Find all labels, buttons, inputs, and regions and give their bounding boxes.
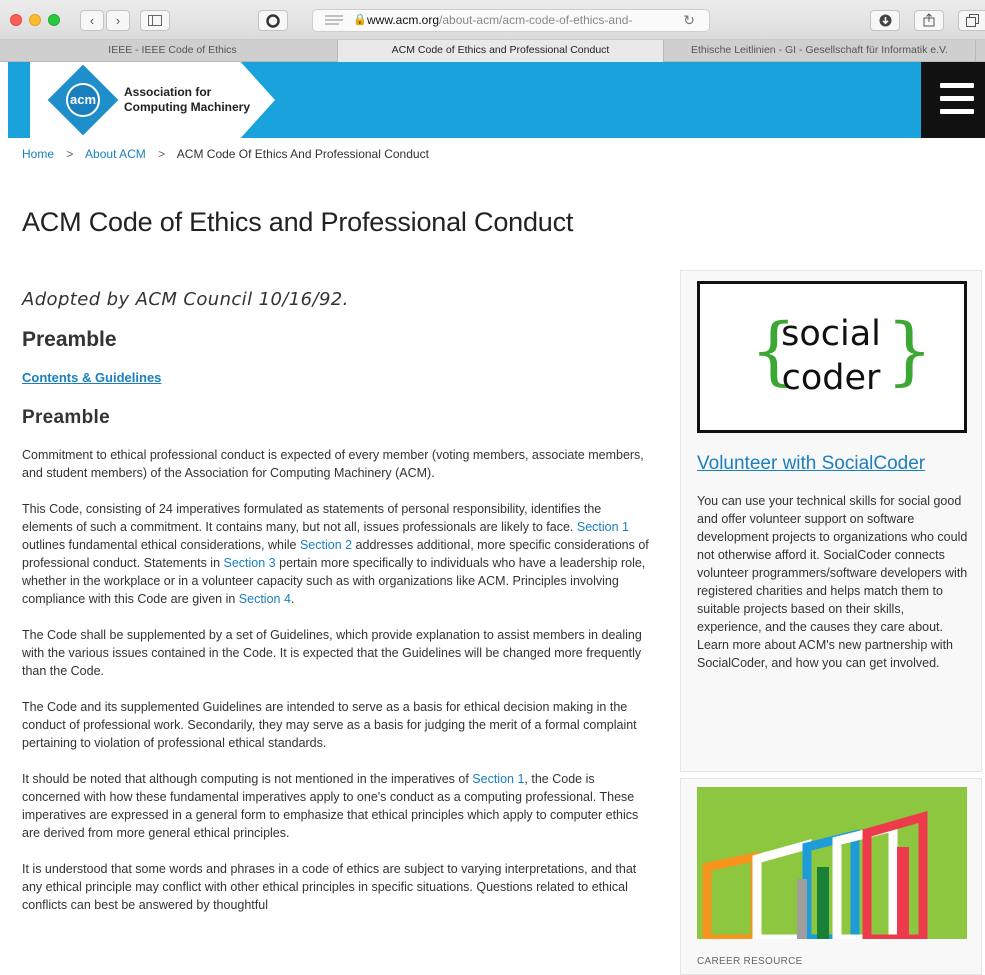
tab-bar: IEEE - IEEE Code of Ethics ACM Code of E… [0, 40, 985, 62]
minimize-window-button[interactable] [29, 14, 41, 26]
doorways-illustration [702, 811, 928, 939]
zoom-window-button[interactable] [48, 14, 60, 26]
downloads-button[interactable] [870, 10, 900, 31]
lock-icon: 🔒 [353, 14, 367, 26]
reader-icon[interactable] [323, 14, 345, 28]
paragraph-code-structure: This Code, consisting of 24 imperatives … [22, 502, 649, 606]
menu-button[interactable] [921, 62, 985, 138]
socialcoder-description: You can use your technical skills for so… [697, 494, 968, 670]
tabs-icon [965, 14, 979, 27]
tab-ieee[interactable]: IEEE - IEEE Code of Ethics [8, 40, 338, 62]
adopted-note: Adopted by ACM Council 10/16/92. [22, 289, 349, 310]
reload-icon[interactable]: ↻ [683, 10, 695, 31]
career-resource-label: CAREER RESOURCE [697, 956, 803, 967]
acm-logo-mark: acm [66, 83, 100, 117]
chevron-right-icon: › [115, 13, 121, 28]
section-4-link[interactable]: Section 4 [239, 592, 291, 606]
ring-icon [266, 14, 280, 28]
article-body: Commitment to ethical professional condu… [22, 446, 652, 932]
download-icon [879, 14, 891, 27]
section-1-link-2[interactable]: Section 1 [472, 772, 524, 786]
tab-acm[interactable]: ACM Code of Ethics and Professional Cond… [338, 40, 664, 62]
career-resource-card: CAREER RESOURCE [680, 778, 982, 975]
tabs-overview-button[interactable] [958, 10, 985, 31]
section-2-link[interactable]: Section 2 [300, 538, 352, 552]
career-resource-image[interactable] [697, 787, 967, 939]
share-icon [923, 13, 935, 27]
preamble-subheading: Preamble [22, 407, 110, 428]
breadcrumb-home[interactable]: Home [22, 147, 54, 161]
close-window-button[interactable] [10, 14, 22, 26]
site-header: acm Association for Computing Machinery [8, 62, 985, 138]
preamble-heading: Preamble [22, 328, 117, 351]
contents-guidelines-link[interactable]: Contents & Guidelines [22, 370, 161, 385]
tab-gi[interactable]: Ethische Leitlinien - GI - Gesellschaft … [664, 40, 976, 62]
sidebar-toggle-button[interactable] [140, 10, 170, 31]
paragraph-guidelines: The Code shall be supplemented by a set … [22, 628, 642, 678]
section-1-link[interactable]: Section 1 [577, 520, 629, 534]
paragraph-basis: The Code and its supplemented Guidelines… [22, 700, 637, 750]
chevron-left-icon: ‹ [89, 13, 95, 28]
share-button[interactable] [914, 10, 944, 31]
right-brace-icon: } [886, 308, 934, 394]
back-button[interactable]: ‹ [80, 10, 104, 31]
breadcrumb: Home > About ACM > ACM Code Of Ethics An… [22, 147, 429, 161]
acm-logo[interactable]: acm Association for Computing Machinery [30, 62, 275, 138]
url-text: www.acm.org/about-acm/acm-code-of-ethics… [367, 13, 633, 27]
socialcoder-title-link[interactable]: Volunteer with SocialCoder [697, 453, 925, 475]
socialcoder-logo[interactable]: { social coder } [697, 281, 967, 433]
paragraph-computing: It should be noted that although computi… [22, 772, 639, 840]
forward-button[interactable]: › [106, 10, 130, 31]
breadcrumb-current: ACM Code Of Ethics And Professional Cond… [176, 147, 429, 161]
page-title: ACM Code of Ethics and Professional Cond… [22, 207, 574, 237]
logo-text: Association for Computing Machinery [124, 85, 251, 114]
privacy-extension-button[interactable] [258, 10, 288, 31]
socialcoder-word-coder: coder [781, 358, 881, 398]
address-bar[interactable]: 🔒 www.acm.org/about-acm/acm-code-of-ethi… [312, 9, 710, 32]
paragraph-commitment: Commitment to ethical professional condu… [22, 448, 644, 480]
section-3-link[interactable]: Section 3 [224, 556, 276, 570]
browser-toolbar: ‹ › 🔒 www.acm.org/about-acm/acm-code-of-… [0, 0, 985, 40]
paragraph-interpretations: It is understood that some words and phr… [22, 862, 637, 912]
socialcoder-word-social: social [781, 314, 881, 354]
sidebar-icon [148, 15, 162, 26]
hamburger-menu-icon [940, 83, 974, 88]
breadcrumb-about-acm[interactable]: About ACM [85, 147, 146, 161]
socialcoder-card: { social coder } Volunteer with SocialCo… [680, 270, 982, 772]
